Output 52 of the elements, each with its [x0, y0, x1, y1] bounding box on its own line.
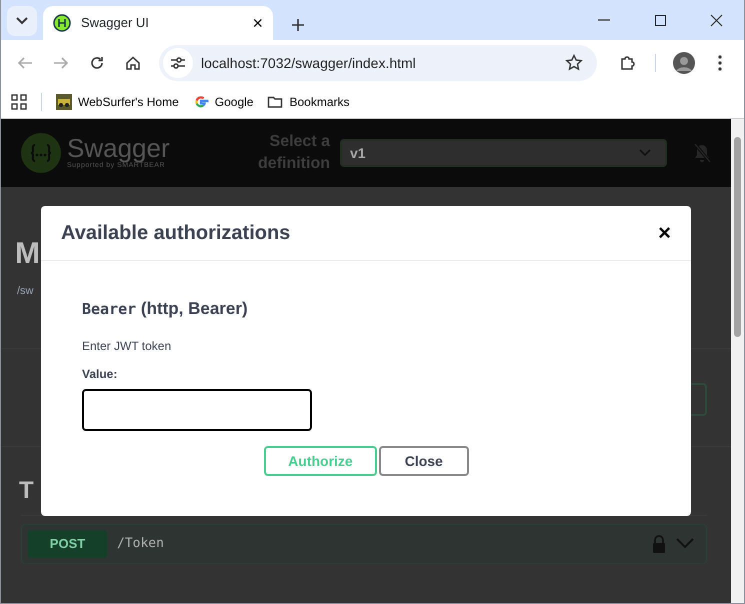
swagger-logo-icon: [21, 133, 61, 173]
folder-icon: [267, 94, 284, 110]
google-icon: [192, 94, 209, 110]
operation-path: /Token: [117, 534, 164, 553]
kebab-menu-icon: [717, 55, 723, 71]
apps-button[interactable]: [11, 94, 27, 110]
value-input[interactable]: [82, 389, 312, 432]
bookmark[interactable]: Bookmarks: [267, 93, 350, 111]
plus-icon: [291, 18, 305, 32]
close-window-icon: [708, 12, 724, 28]
chevron-down-icon: [16, 17, 28, 25]
bookmark[interactable]: Google: [192, 93, 254, 111]
site-icon: [56, 94, 72, 110]
site-info-button[interactable]: [163, 48, 193, 78]
address-bar[interactable]: localhost:7032/swagger/index.html: [159, 45, 597, 81]
tune-icon: [170, 56, 186, 70]
dialog-title: Available authorizations: [61, 221, 290, 245]
maximize-icon: [652, 12, 668, 28]
page-title: M: [15, 239, 39, 269]
scrollbar-thumb[interactable]: [734, 137, 741, 337]
favicon-icon: [53, 14, 71, 32]
close-button[interactable]: Close: [378, 446, 469, 476]
url-text: localhost:7032/swagger/index.html: [201, 54, 416, 73]
spec-link[interactable]: /sw: [17, 283, 37, 300]
select-value: v1: [350, 144, 366, 162]
reload-icon: [89, 55, 105, 71]
tab-title: Swagger UI: [81, 14, 149, 32]
star-icon[interactable]: [565, 54, 583, 72]
definition-select[interactable]: v1: [340, 139, 667, 167]
chevron-down-icon: [676, 538, 694, 549]
avatar-icon: [673, 52, 695, 74]
minimize-icon: [598, 19, 610, 21]
scrollbar[interactable]: [731, 119, 744, 603]
close-tab-button[interactable]: ×: [252, 14, 263, 32]
home-icon: [125, 55, 141, 71]
scheme-title: Bearer (http, Bearer): [82, 299, 249, 320]
chevron-down-icon: [639, 149, 651, 157]
browser-tab[interactable]: Swagger UI ×: [43, 6, 273, 40]
section-title: T: [19, 478, 35, 502]
tab-list-button[interactable]: [7, 6, 37, 36]
bookmark[interactable]: WebSurfer's Home: [56, 93, 179, 111]
operation-row[interactable]: POST /Token: [21, 524, 707, 564]
forward-icon: [53, 55, 69, 71]
close-button[interactable]: ×: [658, 222, 671, 244]
scheme-description: Enter JWT token: [82, 338, 172, 356]
lock-icon: [652, 534, 666, 552]
method-badge: POST: [28, 530, 107, 558]
grid-icon: [11, 94, 27, 110]
logo-text: Swagger: [67, 134, 170, 161]
back-icon: [17, 55, 33, 71]
value-label: Value:: [82, 366, 118, 384]
puzzle-icon: [619, 55, 635, 71]
